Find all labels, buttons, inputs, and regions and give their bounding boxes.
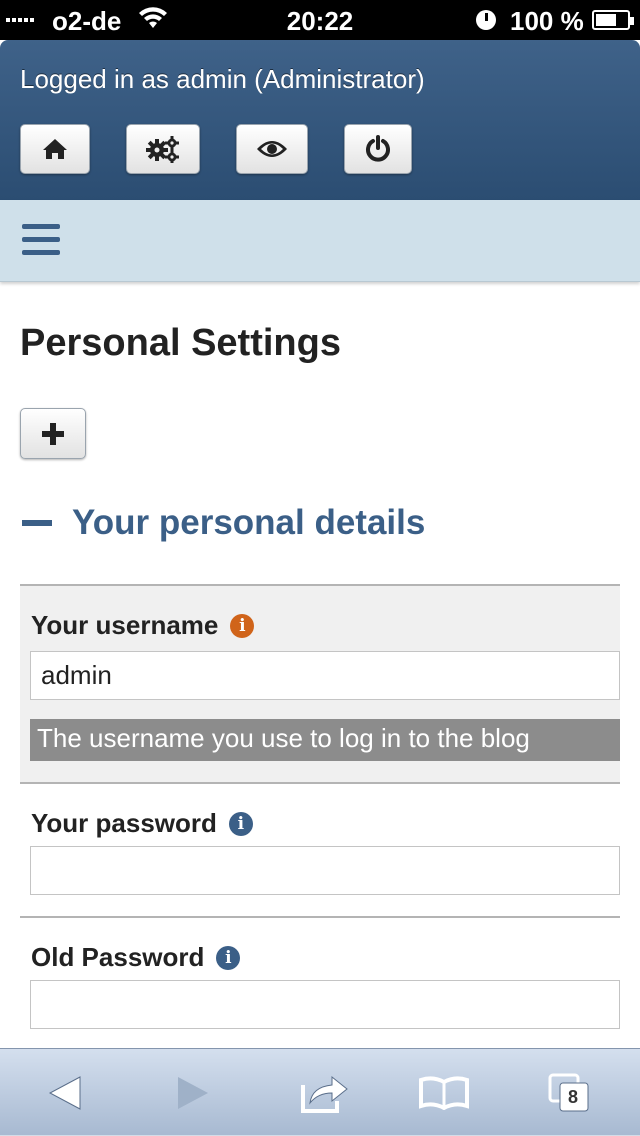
personal-details-section-toggle[interactable]: Your personal details <box>22 500 425 546</box>
info-icon[interactable]: i <box>216 945 241 970</box>
username-label-row: Your username i <box>31 610 255 641</box>
info-icon[interactable]: i <box>230 613 255 638</box>
username-label: Your username <box>31 610 219 640</box>
settings-button[interactable] <box>126 124 200 174</box>
collapse-minus-icon <box>22 520 52 526</box>
tabs-button[interactable]: 8 <box>540 1049 600 1136</box>
old-password-input[interactable] <box>30 980 620 1029</box>
password-input[interactable] <box>30 846 620 895</box>
battery-icon <box>592 10 634 30</box>
section-title: Your personal details <box>72 503 426 542</box>
page-title: Personal Settings <box>20 322 341 364</box>
bookmarks-icon <box>419 1076 469 1110</box>
menu-bar <box>0 200 640 282</box>
home-icon <box>43 139 67 159</box>
view-button[interactable] <box>236 124 308 174</box>
logged-in-text: Logged in as admin (Administrator) <box>20 64 425 94</box>
password-label-row: Your password i <box>31 808 253 839</box>
username-field-group: Your username i The username you use to … <box>20 584 620 782</box>
admin-header: Logged in as admin (Administrator) <box>0 40 640 200</box>
back-button[interactable] <box>30 1049 100 1136</box>
info-icon[interactable]: i <box>228 811 253 836</box>
old-password-label: Old Password <box>31 942 205 972</box>
bookmarks-button[interactable] <box>408 1049 480 1136</box>
share-button[interactable] <box>290 1049 360 1136</box>
power-icon <box>366 135 390 162</box>
old-password-field-group: Old Password i <box>20 916 620 1048</box>
old-password-label-row: Old Password i <box>31 942 241 973</box>
battery-percentage: 100 % <box>510 6 584 36</box>
back-icon <box>48 1076 81 1110</box>
share-icon <box>301 1075 348 1113</box>
tabs-count: 8 <box>568 1087 579 1107</box>
eye-icon <box>257 141 287 157</box>
plus-icon <box>42 422 64 445</box>
logout-button[interactable] <box>344 124 412 174</box>
add-button[interactable] <box>20 408 86 459</box>
status-bar: o2-de 20:22 100 % <box>0 0 640 40</box>
password-field-group: Your password i <box>20 782 620 916</box>
hamburger-icon[interactable] <box>22 224 60 256</box>
alarm-clock-icon <box>476 10 496 30</box>
username-help-text: The username you use to log in to the bl… <box>30 719 620 761</box>
home-button[interactable] <box>20 124 90 174</box>
forward-icon <box>178 1077 208 1109</box>
password-label: Your password <box>31 808 217 838</box>
browser-toolbar: 8 <box>0 1048 640 1136</box>
forward-button[interactable] <box>158 1049 228 1136</box>
gears-icon <box>146 136 179 163</box>
username-input[interactable] <box>30 651 620 700</box>
